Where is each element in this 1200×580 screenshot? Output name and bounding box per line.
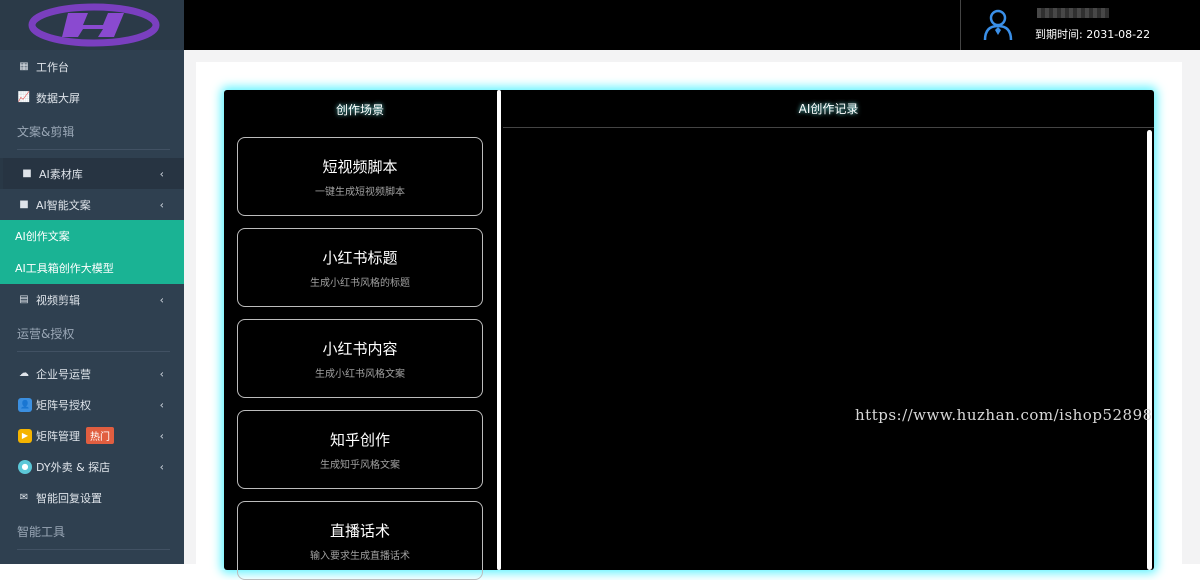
- record-panel: AI创作记录: [503, 90, 1154, 570]
- chevron-left-icon: ‹: [159, 429, 164, 442]
- sidebar-item-label: 视频剪辑: [36, 293, 80, 307]
- envelope-icon: ✉: [19, 492, 29, 503]
- chevron-left-icon: ‹: [159, 167, 164, 180]
- section-copy-editing: 文案&剪辑: [0, 113, 184, 150]
- chevron-left-icon: ‹: [159, 398, 164, 411]
- expiry-date: 到期时间: 2031-08-22: [1035, 28, 1151, 41]
- sidebar-item-label: 智能回复设置: [36, 491, 102, 505]
- sidebar-item-label: AI创作文案: [15, 230, 70, 243]
- sidebar-item-label: AI智能文案: [36, 198, 91, 212]
- top-bar: 到期时间: 2031-08-22: [184, 0, 1200, 50]
- sidebar-item-ai-copywriting[interactable]: ■ AI智能文案 ‹: [0, 189, 184, 220]
- sidebar-item-label: DY外卖 & 探店: [36, 460, 111, 474]
- sidebar: ▦ 工作台 📈 数据大屏 文案&剪辑 ■ AI素材库 ‹ ■ AI智能文案 ‹ …: [0, 0, 184, 564]
- chevron-left-icon: ‹: [159, 460, 164, 473]
- scene-card-title: 小红书内容: [322, 339, 398, 358]
- scene-card-subtitle: 一键生成短视频脚本: [315, 186, 405, 198]
- scene-card-live-script[interactable]: 直播话术 输入要求生成直播话术: [237, 501, 483, 580]
- windows-icon: ▦: [19, 61, 29, 72]
- sidebar-item-matrix-manage[interactable]: ▶ 矩阵管理 热门 ‹: [0, 420, 184, 451]
- sidebar-item-workbench[interactable]: ▦ 工作台: [0, 51, 184, 82]
- watermark: https://www.huzhan.com/ishop52898: [855, 406, 1153, 424]
- scene-card-title: 小红书标题: [322, 248, 398, 267]
- sidebar-subitem-ai-creation[interactable]: AI创作文案: [0, 220, 184, 252]
- sidebar-item-data-screen[interactable]: 📈 数据大屏: [0, 82, 184, 113]
- scene-card-xhs-content[interactable]: 小红书内容 生成小红书风格文案: [237, 319, 483, 398]
- panel-scrollbar[interactable]: [497, 90, 501, 570]
- user-auth-icon: 👤: [18, 397, 32, 412]
- line-chart-icon: 📈: [17, 92, 31, 103]
- scene-card-title: 直播话术: [329, 521, 390, 540]
- sidebar-subitem-ai-toolbox[interactable]: AI工具箱创作大模型: [0, 252, 184, 284]
- chevron-left-icon: ‹: [159, 198, 164, 211]
- sidebar-item-label: 矩阵号授权: [36, 398, 91, 412]
- sidebar-item-video-editing[interactable]: ▤ 视频剪辑 ‹: [0, 284, 184, 315]
- scene-card-short-video[interactable]: 短视频脚本 一键生成短视频脚本: [237, 137, 483, 216]
- sidebar-item-label: 企业号运营: [36, 367, 91, 381]
- section-ops-auth: 运营&授权: [0, 315, 184, 352]
- record-panel-title: AI创作记录: [503, 90, 1154, 128]
- user-box[interactable]: 到期时间: 2031-08-22: [960, 0, 1200, 50]
- ai-creation-panel: 创作场景 短视频脚本 一键生成短视频脚本 小红书标题 生成小红书风格的标题 小红…: [224, 90, 1154, 580]
- sidebar-item-matrix-auth[interactable]: 👤 矩阵号授权 ‹: [0, 389, 184, 420]
- username-blurred: [1037, 8, 1109, 18]
- section-smart-tools: 智能工具: [0, 513, 184, 550]
- hot-badge: 热门: [86, 427, 114, 444]
- scene-card-xhs-title[interactable]: 小红书标题 生成小红书风格的标题: [237, 228, 483, 307]
- record-scrollbar[interactable]: [1147, 130, 1152, 570]
- scene-card-subtitle: 生成小红书风格的标题: [310, 277, 410, 289]
- logo-icon: [28, 3, 160, 47]
- scene-card-zhihu[interactable]: 知乎创作 生成知乎风格文案: [237, 410, 483, 489]
- folder-icon: ■: [22, 168, 32, 179]
- play-icon: ▶: [18, 428, 32, 443]
- sidebar-item-enterprise-ops[interactable]: ☁ 企业号运营 ‹: [0, 358, 184, 389]
- sidebar-item-smart-reply[interactable]: ✉ 智能回复设置: [0, 482, 184, 513]
- user-avatar-icon: [983, 9, 1013, 41]
- scene-card-subtitle: 生成知乎风格文案: [320, 459, 400, 471]
- sidebar-item-dy-delivery[interactable]: ● DY外卖 & 探店 ‹: [0, 451, 184, 482]
- sidebar-item-label: 工作台: [36, 60, 69, 74]
- sidebar-item-label: AI工具箱创作大模型: [15, 262, 114, 275]
- chevron-left-icon: ‹: [159, 367, 164, 380]
- logo[interactable]: [0, 0, 184, 50]
- scene-panel-title: 创作场景: [335, 102, 384, 117]
- cloud-icon: ☁: [19, 368, 29, 379]
- folder-icon: ■: [19, 199, 29, 210]
- scene-card-subtitle: 输入要求生成直播话术: [310, 550, 410, 562]
- sidebar-item-label: 数据大屏: [36, 91, 80, 105]
- scene-card-title: 知乎创作: [329, 430, 390, 449]
- chevron-left-icon: ‹: [159, 293, 164, 306]
- scene-card-subtitle: 生成小红书风格文案: [315, 368, 405, 380]
- sidebar-item-label: AI素材库: [39, 167, 83, 181]
- sidebar-item-ai-material[interactable]: ■ AI素材库 ‹: [0, 158, 184, 189]
- scene-card-title: 短视频脚本: [322, 157, 398, 176]
- scene-panel: 创作场景 短视频脚本 一键生成短视频脚本 小红书标题 生成小红书风格的标题 小红…: [224, 90, 496, 580]
- delivery-icon: ●: [18, 459, 32, 474]
- film-icon: ▤: [19, 294, 29, 305]
- sidebar-item-label: 矩阵管理: [36, 429, 80, 443]
